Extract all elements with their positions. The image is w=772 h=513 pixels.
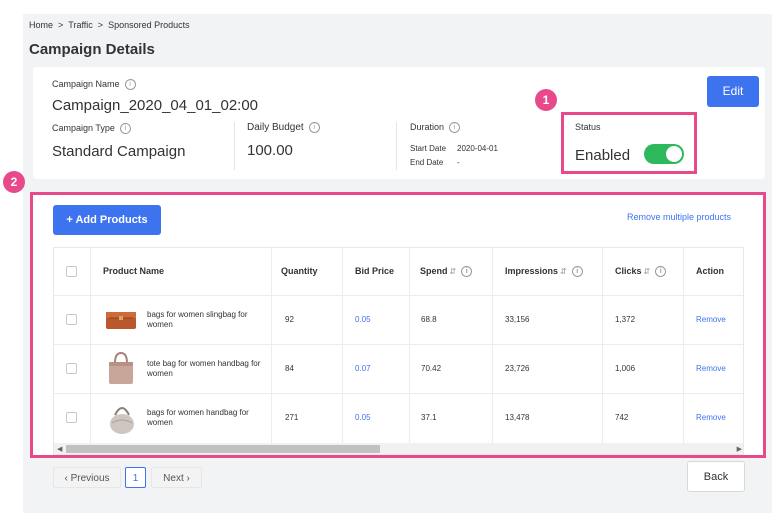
column-header-product-name: Product Name: [103, 266, 165, 276]
row-divider: [54, 393, 743, 394]
quantity-cell: 84: [285, 364, 294, 373]
sort-icon[interactable]: ⇵: [450, 267, 457, 276]
sling-bag-thumbnail: [106, 312, 136, 329]
product-name: bags for women slingbag for women: [147, 310, 248, 329]
quantity-cell: 92: [285, 315, 294, 324]
remove-link[interactable]: Remove: [696, 364, 726, 373]
spend-cell: 37.1: [421, 413, 437, 422]
clicks-cell: 742: [615, 413, 629, 422]
clicks-cell: 1,006: [615, 364, 636, 373]
info-icon: i: [124, 79, 136, 91]
column-divider: [90, 248, 91, 443]
campaign-type-value: Standard Campaign: [52, 143, 186, 160]
annotation-badge-1: 1: [535, 89, 557, 111]
info-icon: i: [655, 266, 667, 278]
spend-cell: 70.42: [421, 364, 442, 373]
column-divider: [683, 248, 684, 443]
status-toggle[interactable]: [644, 144, 684, 164]
campaign-type-label: Campaign Type i: [52, 123, 131, 135]
row-checkbox[interactable]: [66, 363, 77, 374]
remove-multiple-products-link[interactable]: Remove multiple products: [627, 212, 731, 222]
row-checkbox[interactable]: [66, 412, 77, 423]
product-name: bags for women handbag for women: [147, 408, 249, 427]
page-title: Campaign Details: [29, 41, 155, 58]
start-date-value: 2020-04-01: [457, 144, 498, 153]
horizontal-scrollbar[interactable]: ◀ ▶: [54, 443, 743, 454]
divider: [396, 122, 397, 170]
clicks-cell: 1,372: [615, 315, 636, 324]
campaign-name-label: Campaign Name i: [52, 79, 136, 91]
info-icon: i: [308, 122, 320, 133]
remove-link[interactable]: Remove: [696, 413, 726, 422]
column-divider: [409, 248, 410, 443]
status-label: Status: [575, 122, 601, 132]
previous-page-button[interactable]: ‹ Previous: [53, 467, 121, 488]
daily-budget-label: Daily Budget i: [247, 122, 320, 133]
remove-link[interactable]: Remove: [696, 315, 726, 324]
bid-price-link[interactable]: 0.07: [355, 364, 371, 373]
quantity-cell: 271: [285, 413, 299, 422]
breadcrumb-traffic[interactable]: Traffic: [68, 20, 93, 30]
impressions-cell: 33,156: [505, 315, 530, 324]
end-date-label: End Date: [410, 158, 444, 167]
toggle-knob: [666, 146, 682, 162]
column-header-spend[interactable]: Spend ⇵ i: [420, 248, 473, 295]
column-divider: [271, 248, 272, 443]
bid-price-link[interactable]: 0.05: [355, 413, 371, 422]
info-icon: i: [449, 122, 461, 134]
products-table: Product Name Quantity Bid Price Spend ⇵ i …: [53, 247, 744, 455]
spend-cell: 68.8: [421, 315, 437, 324]
info-icon: i: [571, 266, 583, 278]
breadcrumb-sponsored-products[interactable]: Sponsored Products: [108, 20, 190, 30]
scrollbar-thumb[interactable]: [66, 445, 380, 453]
column-header-action: Action: [696, 266, 724, 276]
add-products-button[interactable]: + Add Products: [53, 205, 161, 235]
row-divider: [54, 295, 743, 296]
info-icon: i: [461, 266, 473, 278]
back-button[interactable]: Back: [687, 461, 745, 492]
end-date-value: -: [457, 158, 460, 167]
sort-icon[interactable]: ⇵: [644, 267, 651, 276]
bid-price-link[interactable]: 0.05: [355, 315, 371, 324]
scroll-left-icon[interactable]: ◀: [57, 445, 62, 453]
column-header-bid-price: Bid Price: [355, 266, 395, 276]
column-header-quantity: Quantity: [281, 266, 318, 276]
impressions-cell: 23,726: [505, 364, 530, 373]
daily-budget-value: 100.00: [247, 142, 293, 159]
start-date-label: Start Date: [410, 144, 447, 153]
column-divider: [492, 248, 493, 443]
edit-button[interactable]: Edit: [707, 76, 759, 107]
page-number-button[interactable]: 1: [125, 467, 146, 488]
breadcrumb-separator: >: [58, 20, 64, 30]
column-header-impressions[interactable]: Impressions ⇵ i: [505, 248, 583, 295]
product-name: tote bag for women handbag for women: [147, 359, 261, 378]
divider: [234, 122, 235, 170]
column-divider: [602, 248, 603, 443]
next-page-button[interactable]: Next ›: [151, 467, 202, 488]
breadcrumb-separator: >: [97, 20, 104, 30]
column-divider: [342, 248, 343, 443]
breadcrumb: Home > Traffic > Sponsored Products: [29, 20, 195, 30]
row-checkbox[interactable]: [66, 314, 77, 325]
sort-icon[interactable]: ⇵: [560, 267, 567, 276]
breadcrumb-home[interactable]: Home: [29, 20, 53, 30]
tote-bag-thumbnail: [109, 351, 133, 384]
impressions-cell: 13,478: [505, 413, 530, 422]
scroll-right-icon[interactable]: ▶: [737, 445, 742, 453]
row-divider: [54, 344, 743, 345]
column-header-clicks[interactable]: Clicks ⇵ i: [615, 248, 667, 295]
campaign-name-value: Campaign_2020_04_01_02:00: [52, 97, 259, 114]
info-icon: i: [119, 123, 131, 135]
status-value: Enabled: [575, 147, 631, 164]
select-all-checkbox[interactable]: [66, 266, 77, 277]
annotation-badge-2: 2: [3, 171, 25, 193]
duration-label: Duration i: [410, 122, 461, 134]
handbag-thumbnail: [110, 407, 134, 434]
